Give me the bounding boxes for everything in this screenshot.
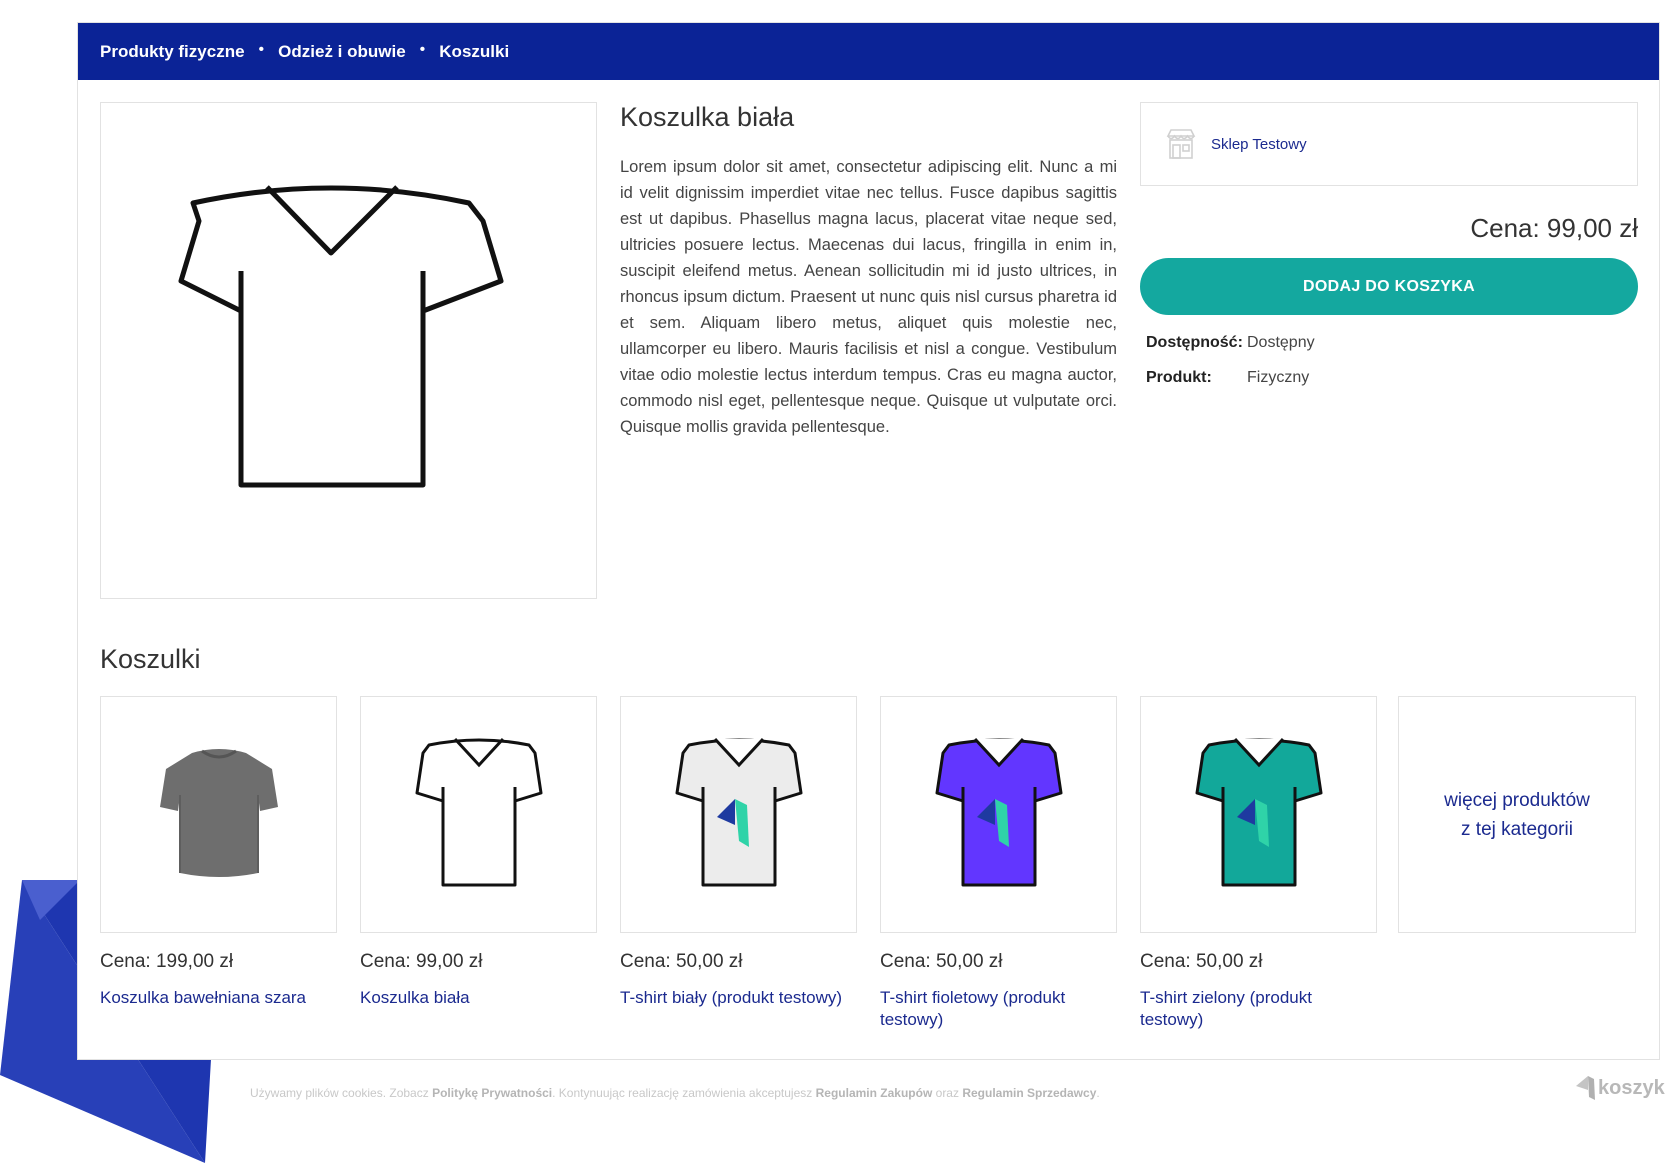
product-image[interactable] bbox=[100, 102, 597, 599]
cookie-text: oraz bbox=[935, 1086, 959, 1100]
store-icon bbox=[1166, 129, 1196, 159]
related-product-price: Cena: 50,00 zł bbox=[880, 951, 1003, 972]
koszyk-logo[interactable]: koszyk bbox=[1576, 1076, 1665, 1100]
related-product-image[interactable] bbox=[360, 696, 597, 933]
koszyk-logo-text: koszyk bbox=[1598, 1076, 1665, 1099]
related-product-name[interactable]: Koszulka biała bbox=[360, 987, 597, 1009]
related-product-name[interactable]: Koszulka bawełniana szara bbox=[100, 987, 337, 1009]
product-title: Koszulka biała bbox=[620, 102, 795, 132]
related-product-image[interactable] bbox=[100, 696, 337, 933]
terms-link[interactable]: Regulamin Zakupów bbox=[816, 1086, 933, 1100]
related-product-name[interactable]: T-shirt biały (produkt testowy) bbox=[620, 987, 857, 1009]
related-product-name[interactable]: T-shirt zielony (produkt testowy) bbox=[1140, 987, 1377, 1031]
cookie-text: . bbox=[1096, 1086, 1100, 1100]
related-section-title: Koszulki bbox=[100, 644, 201, 674]
breadcrumb-item-clothing[interactable]: Odzież i obuwie bbox=[278, 42, 406, 62]
cookie-text: . Kontynuując realizację zamówienia akce… bbox=[552, 1086, 813, 1100]
privacy-policy-link[interactable]: Politykę Prywatności bbox=[432, 1086, 552, 1100]
attribute-value: Dostępny bbox=[1247, 334, 1315, 351]
breadcrumb-separator: • bbox=[258, 40, 265, 58]
white-tshirt-icon bbox=[178, 185, 504, 488]
related-product-image[interactable] bbox=[880, 696, 1117, 933]
attribute-availability: Dostępność: Dostępny bbox=[1146, 334, 1315, 352]
related-product-price: Cena: 199,00 zł bbox=[100, 951, 234, 972]
attribute-label: Produkt: bbox=[1146, 369, 1212, 386]
product-card: Produkty fizyczne • Odzież i obuwie • Ko… bbox=[77, 22, 1660, 1060]
breadcrumb: Produkty fizyczne • Odzież i obuwie • Ko… bbox=[78, 23, 1659, 80]
related-product-tile: Cena: 199,00 zł Koszulka bawełniana szar… bbox=[100, 696, 337, 1009]
related-product-price: Cena: 50,00 zł bbox=[620, 951, 743, 972]
cookie-text: Używamy plików cookies. Zobacz bbox=[250, 1086, 429, 1100]
attribute-product-type: Produkt: Fizyczny bbox=[1146, 369, 1309, 387]
related-product-image[interactable] bbox=[620, 696, 857, 933]
shop-name-link[interactable]: Sklep Testowy bbox=[1211, 136, 1307, 153]
related-product-price: Cena: 99,00 zł bbox=[360, 951, 483, 972]
attribute-label: Dostępność: bbox=[1146, 334, 1243, 351]
related-product-tile: Cena: 99,00 zł Koszulka biała bbox=[360, 696, 597, 1009]
white-tshirt-icon bbox=[415, 737, 542, 886]
shop-box: Sklep Testowy bbox=[1140, 102, 1638, 186]
related-product-name[interactable]: T-shirt fioletowy (produkt testowy) bbox=[880, 987, 1117, 1031]
related-product-price: Cena: 50,00 zł bbox=[1140, 951, 1263, 972]
koszyk-logo-icon bbox=[1576, 1076, 1595, 1100]
product-price: Cena: 99,00 zł bbox=[1470, 213, 1638, 243]
related-product-tile: Cena: 50,00 zł T-shirt zielony (produkt … bbox=[1140, 696, 1377, 1031]
white-logo-tshirt-icon bbox=[675, 737, 802, 886]
attribute-value: Fizyczny bbox=[1247, 369, 1310, 386]
seller-terms-link[interactable]: Regulamin Sprzedawcy bbox=[962, 1086, 1096, 1100]
related-product-image[interactable] bbox=[1140, 696, 1377, 933]
more-products-box[interactable]: więcej produktów z tej kategorii bbox=[1398, 696, 1636, 933]
breadcrumb-item-tshirts[interactable]: Koszulki bbox=[439, 42, 509, 62]
product-description: Lorem ipsum dolor sit amet, consectetur … bbox=[620, 158, 1117, 436]
cookie-notice: Używamy plików cookies. Zobacz Politykę … bbox=[250, 1086, 1100, 1100]
violet-logo-tshirt-icon bbox=[935, 737, 1062, 886]
related-product-tile: Cena: 50,00 zł T-shirt fioletowy (produk… bbox=[880, 696, 1117, 1031]
more-products-link[interactable]: więcej produktów z tej kategorii bbox=[1437, 786, 1597, 844]
related-product-tile: Cena: 50,00 zł T-shirt biały (produkt te… bbox=[620, 696, 857, 1009]
grey-tshirt-icon bbox=[159, 748, 278, 877]
breadcrumb-separator: • bbox=[419, 40, 426, 58]
add-to-cart-button[interactable]: DODAJ DO KOSZYKA bbox=[1140, 258, 1638, 315]
breadcrumb-item-physical-products[interactable]: Produkty fizyczne bbox=[100, 42, 245, 62]
green-logo-tshirt-icon bbox=[1195, 737, 1322, 886]
